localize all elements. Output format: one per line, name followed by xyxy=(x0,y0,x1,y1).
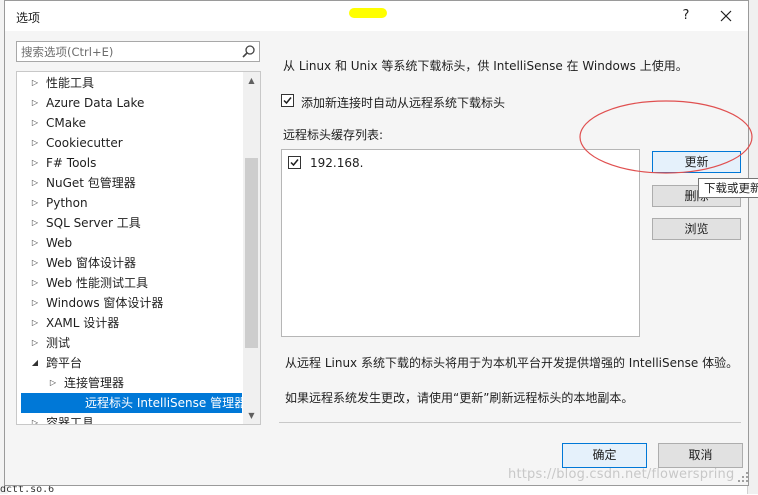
browse-button[interactable]: 浏览 xyxy=(652,218,741,240)
tree-item-label: Web 窗体设计器 xyxy=(46,256,136,270)
tree-item-label: F# Tools xyxy=(46,156,97,170)
tree-item-label: 跨平台 xyxy=(46,356,83,370)
collapsed-arrow-icon[interactable]: ▷ xyxy=(29,73,41,93)
tree-item-label: Cookiecutter xyxy=(46,136,123,150)
update-tooltip: 下载或更新 xyxy=(698,178,758,198)
tree-item[interactable]: ◢ 跨平台 xyxy=(17,353,242,373)
auto-download-checkbox[interactable] xyxy=(281,94,294,107)
cache-item-label: 192.168. xyxy=(310,156,364,170)
tree-item[interactable]: ▷ XAML 设计器 xyxy=(17,313,242,333)
tree-item-label: Azure Data Lake xyxy=(46,96,145,110)
tree-item[interactable]: ▷ SQL Server 工具 xyxy=(17,213,242,233)
checkmark-icon xyxy=(290,159,299,167)
divider xyxy=(279,422,741,423)
search-icon[interactable] xyxy=(241,44,256,59)
tree-item[interactable]: ▷ Web 窗体设计器 xyxy=(17,253,242,273)
tree-item[interactable]: ▷ 容器工具 xyxy=(17,413,242,425)
dialog-title: 选项 xyxy=(16,11,41,25)
collapsed-arrow-icon[interactable]: ▷ xyxy=(47,373,59,393)
scroll-up-icon[interactable]: ▲ xyxy=(243,72,260,89)
tree-item-label: Python xyxy=(46,196,88,210)
tree-item-label: 测试 xyxy=(46,336,71,350)
tree-item[interactable]: ▷ 性能工具 xyxy=(17,73,242,93)
cache-listbox[interactable]: 192.168. xyxy=(281,149,640,337)
tree-item-label: 远程标头 IntelliSense 管理器 xyxy=(85,396,247,410)
tree-item[interactable]: ▷ Web 性能测试工具 xyxy=(17,273,242,293)
tree-item[interactable]: ▷ Python xyxy=(17,193,242,213)
tree-item[interactable]: ▷ Web xyxy=(17,233,242,253)
collapsed-arrow-icon[interactable]: ▷ xyxy=(29,273,41,293)
scroll-thumb[interactable] xyxy=(245,158,258,348)
tree-item-label: NuGet 包管理器 xyxy=(46,176,136,190)
tree-item-label: Windows 窗体设计器 xyxy=(46,296,164,310)
collapsed-arrow-icon[interactable]: ▷ xyxy=(29,233,41,253)
collapsed-arrow-icon[interactable]: ▷ xyxy=(29,133,41,153)
collapsed-arrow-icon[interactable]: ▷ xyxy=(29,313,41,333)
close-icon xyxy=(720,10,732,22)
tree-item[interactable]: ▷ Azure Data Lake xyxy=(17,93,242,113)
expanded-arrow-icon[interactable]: ◢ xyxy=(29,353,41,373)
hint-text: 如果远程系统发生更改，请使用“更新”刷新远程标头的本地副本。 xyxy=(285,391,634,405)
panel-description: 从 Linux 和 Unix 等系统下载标头，供 IntelliSense 在 … xyxy=(283,59,688,73)
tree-item[interactable]: ▷ 连接管理器 xyxy=(17,373,242,393)
search-box xyxy=(16,41,260,62)
help-button[interactable]: ? xyxy=(675,5,697,27)
checkmark-icon xyxy=(283,97,292,105)
collapsed-arrow-icon[interactable]: ▷ xyxy=(29,93,41,113)
tree-item-label: CMake xyxy=(46,116,86,130)
tree-item[interactable]: ▷ 测试 xyxy=(17,333,242,353)
resize-grip-icon[interactable] xyxy=(737,471,749,483)
auto-download-label: 添加新连接时自动从远程系统下载标头 xyxy=(301,96,506,110)
options-dialog: 选项 ? ▷ 性能工具 ▷ Azure Data Lake ▷ CMake ▷ Cookiec… xyxy=(4,0,749,486)
info-text: 从远程 Linux 系统下载的标头将用于为本机平台开发提供增强的 Intelli… xyxy=(285,356,739,370)
collapsed-arrow-icon[interactable]: ▷ xyxy=(29,213,41,233)
tree-scrollbar[interactable]: ▲ ▼ xyxy=(243,72,260,424)
redaction-highlight xyxy=(349,8,387,18)
collapsed-arrow-icon[interactable]: ▷ xyxy=(29,153,41,173)
tree-item-label: Web 性能测试工具 xyxy=(46,276,148,290)
collapsed-arrow-icon[interactable]: ▷ xyxy=(29,293,41,313)
search-input[interactable] xyxy=(21,44,231,60)
tree-item[interactable]: ▷ NuGet 包管理器 xyxy=(17,173,242,193)
cache-list-label: 远程标头缓存列表: xyxy=(283,128,384,142)
tree-item[interactable]: ▷ Windows 窗体设计器 xyxy=(17,293,242,313)
collapsed-arrow-icon[interactable]: ▷ xyxy=(29,253,41,273)
tree-item-label: SQL Server 工具 xyxy=(46,216,141,230)
tree-item-label: 性能工具 xyxy=(46,76,95,90)
tree-item-label: 连接管理器 xyxy=(64,376,125,390)
tree-item[interactable]: ▷ Cookiecutter xyxy=(17,133,242,153)
tree-item-label: XAML 设计器 xyxy=(46,316,120,330)
collapsed-arrow-icon[interactable]: ▷ xyxy=(29,333,41,353)
tree-item[interactable]: ▷ CMake xyxy=(17,113,242,133)
watermark: https://blog.csdn.net/flowerspring xyxy=(508,467,735,482)
collapsed-arrow-icon[interactable]: ▷ xyxy=(29,413,41,424)
collapsed-arrow-icon[interactable]: ▷ xyxy=(29,113,41,133)
cancel-button[interactable]: 取消 xyxy=(658,443,743,468)
collapsed-arrow-icon[interactable]: ▷ xyxy=(29,193,41,213)
scroll-down-icon[interactable]: ▼ xyxy=(243,407,260,424)
tree-item-label: 容器工具 xyxy=(46,416,95,425)
annotation-ellipse xyxy=(579,100,753,174)
tree-item[interactable]: ▷ F# Tools xyxy=(17,153,242,173)
collapsed-arrow-icon[interactable]: ▷ xyxy=(29,173,41,193)
tree-item[interactable]: 远程标头 IntelliSense 管理器 xyxy=(21,393,246,413)
cache-item-checkbox[interactable] xyxy=(288,156,301,169)
tree-item-label: Web xyxy=(46,236,73,250)
ok-button[interactable]: 确定 xyxy=(562,443,647,468)
close-button[interactable] xyxy=(715,5,737,27)
options-tree: ▷ 性能工具 ▷ Azure Data Lake ▷ CMake ▷ Cookiecutter… xyxy=(16,71,261,425)
